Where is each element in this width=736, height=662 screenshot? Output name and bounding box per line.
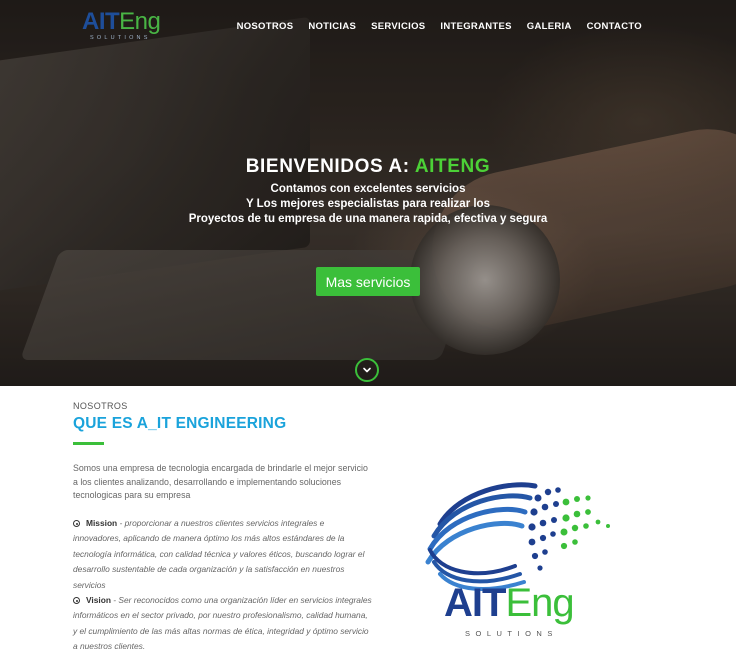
logo-subtitle: SOLUTIONS: [90, 35, 151, 41]
hero-title: BIENVENIDOS A: AITENG: [0, 156, 736, 178]
vision-paragraph: Vision - Ser reconocidos como una organi…: [73, 593, 373, 655]
hero-tagline: Contamos con excelentes servicios Y Los …: [0, 182, 736, 227]
big-logo-ait-text: AIT: [444, 581, 506, 625]
nav-item-servicios[interactable]: SERVICIOS: [371, 21, 425, 32]
mission-label: Mission: [86, 518, 118, 528]
target-bullet-icon: [73, 597, 80, 605]
main-nav: NOSOTROS NOTICIAS SERVICIOS INTEGRANTES …: [237, 21, 642, 32]
big-logo-eng-text: Eng: [505, 581, 574, 625]
hero-tagline-line: Y Los mejores especialistas para realiza…: [246, 198, 490, 210]
section-title-strong: A_IT ENGINEERING: [136, 415, 287, 432]
vision-text: - Ser reconocidos como una organización …: [73, 595, 372, 652]
section-eyebrow: NOSOTROS: [73, 401, 128, 411]
hero-tagline-line: Contamos con excelentes servicios: [270, 183, 466, 195]
nav-item-galeria[interactable]: GALERIA: [527, 21, 572, 32]
scroll-down-button[interactable]: [355, 358, 379, 382]
section-title-prefix: QUE ES: [73, 415, 133, 432]
more-services-button[interactable]: Mas servicios: [316, 267, 420, 296]
logo-ait-text: AIT: [82, 8, 120, 35]
header-logo[interactable]: AITEng SOLUTIONS: [82, 10, 182, 46]
section-title: QUE ES A_IT ENGINEERING: [73, 415, 286, 433]
about-intro-text: Somos una empresa de tecnologia encargad…: [73, 463, 368, 500]
title-underline: [73, 442, 104, 445]
mission-text: - proporcionar a nuestros clientes servi…: [73, 518, 365, 590]
nav-item-contacto[interactable]: CONTACTO: [587, 21, 642, 32]
nav-item-noticias[interactable]: NOTICIAS: [308, 21, 356, 32]
nav-item-nosotros[interactable]: NOSOTROS: [237, 21, 294, 32]
hero-title-brand: AITENG: [414, 156, 491, 177]
logo-eng-text: Eng: [119, 8, 161, 35]
hero-tagline-line: Proyectos de tu empresa de una manera ra…: [188, 213, 548, 225]
vision-label: Vision: [86, 595, 111, 605]
hero-title-prefix: BIENVENIDOS A:: [245, 156, 410, 177]
nav-item-integrantes[interactable]: INTEGRANTES: [440, 21, 511, 32]
target-bullet-icon: [73, 520, 80, 528]
mission-paragraph: Mission - proporcionar a nuestros client…: [73, 516, 373, 593]
big-logo-subtitle: SOLUTIONS: [465, 629, 558, 638]
hero-section: AITEng SOLUTIONS NOSOTROS NOTICIAS SERVI…: [0, 0, 736, 386]
big-logo-wordmark: AITEng: [444, 581, 575, 625]
chevron-down-icon: [363, 367, 371, 373]
